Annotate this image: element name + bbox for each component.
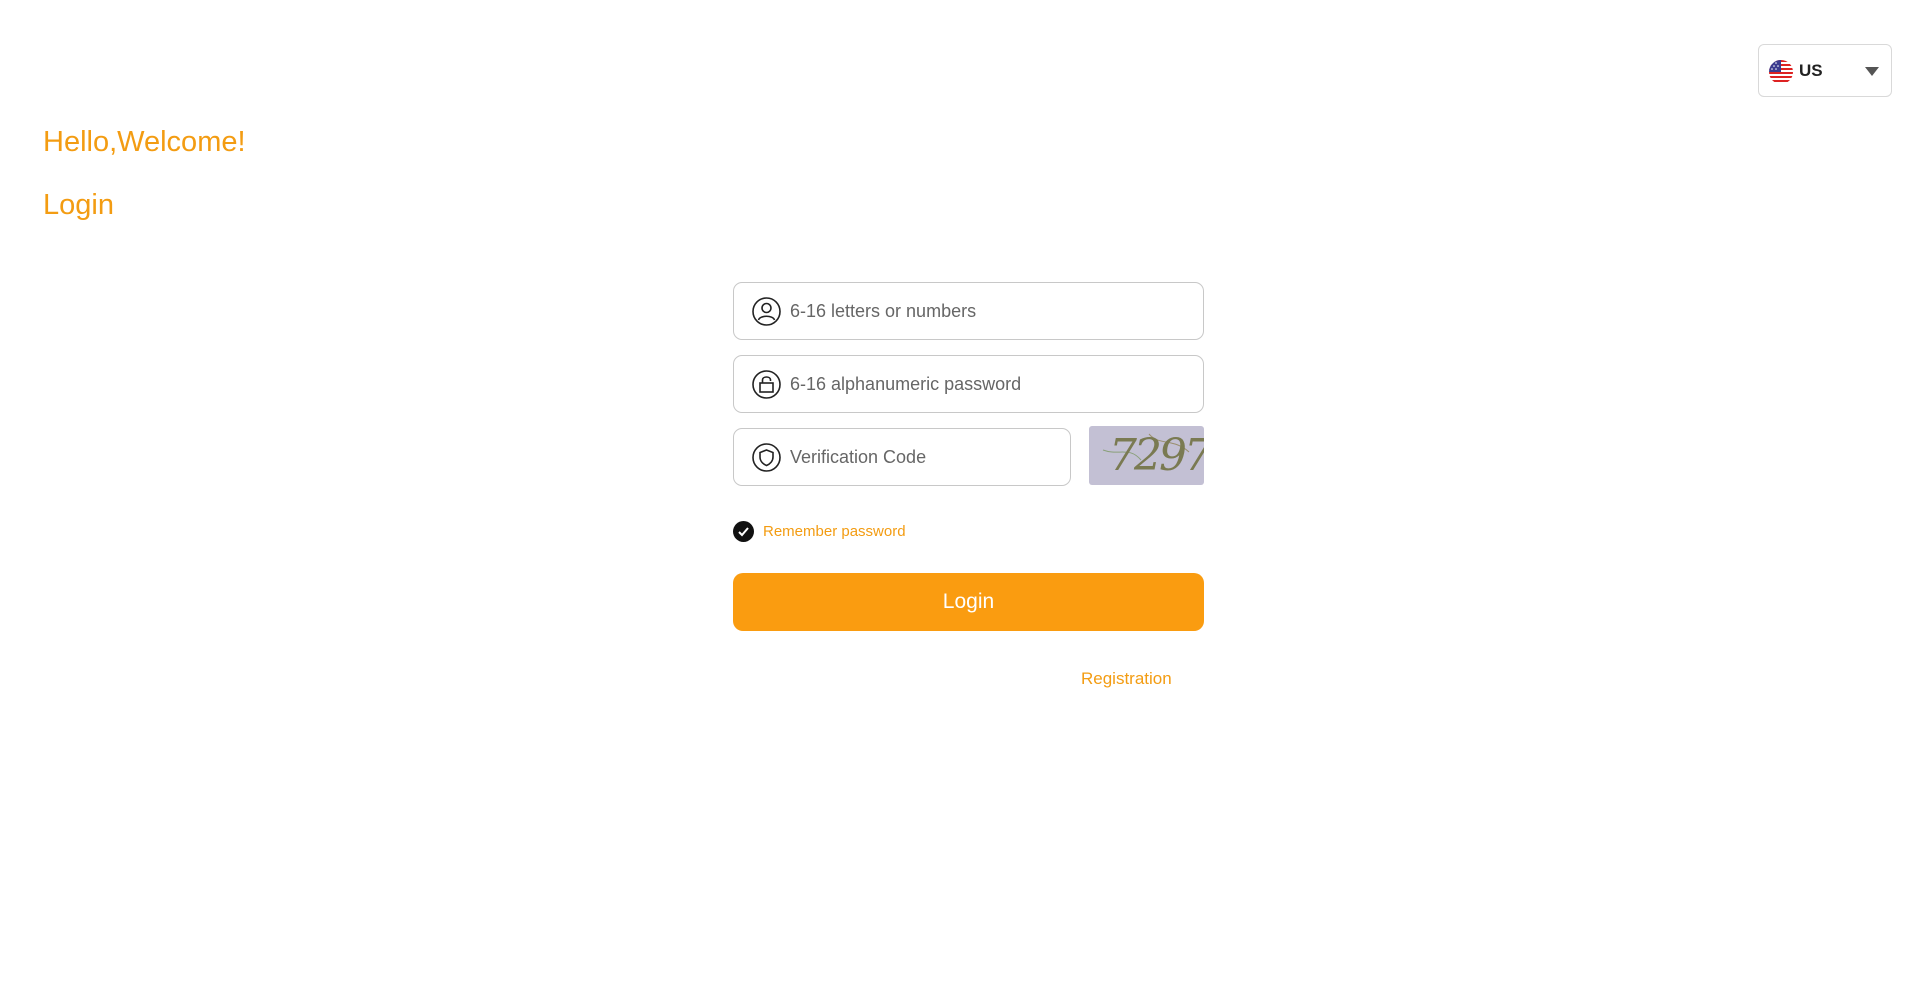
shield-icon xyxy=(752,443,781,472)
captcha-image[interactable]: 7297 xyxy=(1089,426,1204,485)
remember-password-checkbox[interactable]: Remember password xyxy=(733,521,906,542)
captcha-text: 7297 xyxy=(1109,430,1204,481)
verification-input[interactable] xyxy=(790,429,1056,485)
language-code: US xyxy=(1799,61,1823,80)
login-page: US Hello,Welcome! Login 6-16 letters or … xyxy=(0,0,1920,993)
registration-link[interactable]: Registration xyxy=(1081,669,1172,689)
password-field[interactable] xyxy=(733,355,1204,413)
username-input[interactable] xyxy=(790,283,1189,339)
remember-password-label: Remember password xyxy=(763,523,906,540)
page-title: Login xyxy=(43,189,114,221)
username-field[interactable] xyxy=(733,282,1204,340)
checkmark-icon xyxy=(733,521,754,542)
login-button[interactable]: Login xyxy=(733,573,1204,631)
us-flag-icon xyxy=(1769,60,1793,84)
user-icon xyxy=(752,297,781,326)
verification-field[interactable] xyxy=(733,428,1071,486)
caret-down-icon xyxy=(1865,67,1879,76)
welcome-heading: Hello,Welcome! xyxy=(43,126,246,158)
lock-icon xyxy=(752,370,781,399)
language-selector[interactable]: US xyxy=(1758,44,1892,97)
password-input[interactable] xyxy=(790,356,1189,412)
